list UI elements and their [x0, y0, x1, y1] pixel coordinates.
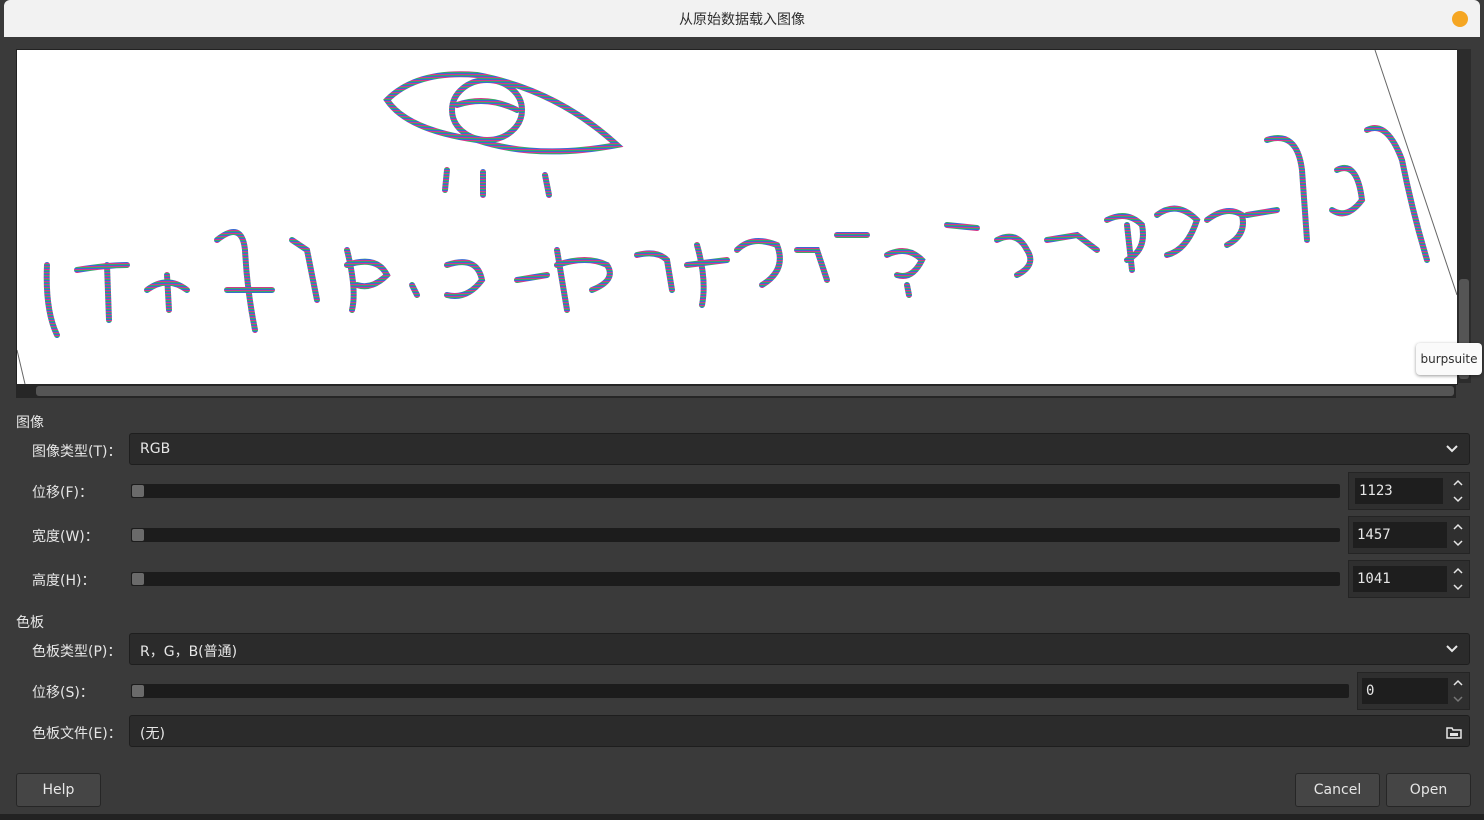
spin-up-icon[interactable] [1451, 676, 1465, 690]
image-width-slider-knob[interactable] [132, 529, 144, 541]
palette-offset-label: 位移(S)： [32, 685, 94, 701]
preview-horizontal-scrollbar[interactable] [16, 384, 1456, 398]
chevron-down-icon [1446, 445, 1458, 453]
cancel-button[interactable]: Cancel [1295, 773, 1380, 807]
palette-section-label: 色板 [16, 615, 44, 631]
image-width-spinbox[interactable] [1348, 516, 1470, 554]
bottom-edge [0, 814, 1484, 820]
image-offset-slider-knob[interactable] [132, 485, 144, 497]
image-height-input[interactable] [1353, 566, 1447, 592]
spin-up-icon[interactable] [1451, 564, 1465, 578]
title-bar: 从原始数据载入图像 [4, 0, 1480, 37]
image-offset-label: 位移(F)： [32, 485, 93, 501]
image-width-slider[interactable] [131, 528, 1340, 542]
preview-vertical-scrollbar[interactable] [1457, 49, 1471, 383]
image-section-label: 图像 [16, 415, 44, 431]
chevron-down-icon [1446, 645, 1458, 653]
image-offset-input[interactable] [1355, 478, 1443, 504]
palette-type-dropdown[interactable]: R，G，B(普通) [129, 633, 1470, 665]
palette-file-label: 色板文件(E)： [32, 726, 122, 742]
image-type-dropdown[interactable]: RGB [129, 433, 1470, 465]
spin-up-icon[interactable] [1451, 476, 1465, 490]
image-width-input[interactable] [1353, 522, 1447, 548]
palette-type-value: R，G，B(普通) [140, 644, 238, 660]
image-width-label: 宽度(W)： [32, 529, 99, 545]
spin-down-icon[interactable] [1451, 580, 1465, 594]
palette-file-chooser[interactable]: (无) [129, 715, 1470, 747]
raw-data-preview-graphic [17, 50, 1457, 384]
spin-down-icon[interactable] [1451, 536, 1465, 550]
tooltip: burpsuite [1416, 343, 1482, 375]
image-height-slider[interactable] [131, 572, 1340, 586]
image-offset-spinbox[interactable] [1348, 472, 1470, 510]
palette-offset-spinbox[interactable] [1357, 672, 1470, 710]
image-preview [16, 49, 1458, 385]
spin-up-icon[interactable] [1451, 520, 1465, 534]
image-height-label: 高度(H)： [32, 573, 96, 589]
palette-offset-slider[interactable] [131, 684, 1349, 698]
help-button[interactable]: Help [16, 773, 101, 807]
palette-offset-slider-knob[interactable] [132, 685, 144, 697]
palette-file-value: (无) [140, 726, 165, 742]
spin-down-icon[interactable] [1451, 692, 1465, 706]
open-button[interactable]: Open [1386, 773, 1471, 807]
image-height-spinbox[interactable] [1348, 560, 1470, 598]
spin-down-icon[interactable] [1451, 492, 1465, 506]
window-close-icon[interactable] [1452, 11, 1468, 27]
horizontal-scroll-thumb[interactable] [36, 386, 1454, 396]
image-offset-slider[interactable] [131, 484, 1340, 498]
image-type-label: 图像类型(T)： [32, 444, 122, 460]
folder-icon[interactable] [1445, 723, 1463, 741]
image-height-slider-knob[interactable] [132, 573, 144, 585]
palette-type-label: 色板类型(P)： [32, 644, 122, 660]
image-type-value: RGB [140, 441, 171, 457]
palette-offset-input[interactable] [1362, 678, 1448, 704]
window-title: 从原始数据载入图像 [679, 12, 805, 28]
